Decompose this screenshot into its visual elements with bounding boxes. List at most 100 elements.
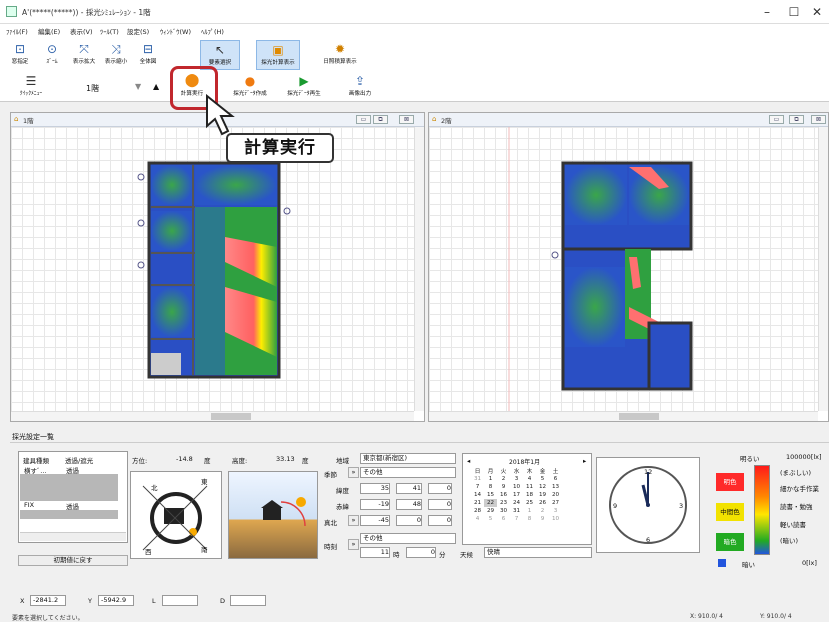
calendar-week: 14 15 16 17 18 19 20 (473, 492, 560, 498)
x-coordinate: -2841.2 (30, 595, 66, 606)
reset-button[interactable]: 初期値に戻す (18, 555, 128, 566)
x-label: X (20, 597, 25, 605)
menu-help[interactable]: ﾍﾙﾌﾟ(H) (201, 26, 224, 36)
horizontal-scrollbar[interactable] (429, 411, 818, 421)
region-select[interactable]: 東京都(新宿区) (360, 453, 456, 464)
calendar-next-icon[interactable]: ▸ (583, 457, 586, 465)
zoom-out-button[interactable]: ⤨ 表示縮小 (100, 40, 132, 70)
scroll-thumb[interactable] (211, 413, 251, 420)
north-sec[interactable]: 0 (428, 515, 452, 526)
table-row[interactable]: FIX 透過 (20, 501, 118, 511)
compass-east: 東 (201, 478, 208, 486)
panel-minimize-button[interactable]: ▭ (769, 115, 784, 124)
north-min[interactable]: 0 (396, 515, 422, 526)
maximize-button[interactable]: ☐ (783, 4, 805, 20)
legend-mid-swatch[interactable]: 中間色 (716, 503, 744, 521)
calendar-weekdays: 日月火水木金土 (474, 469, 559, 475)
calendar-week: 31 1 2 3 4 5 6 (473, 476, 558, 482)
zoom-button[interactable]: ⊙ ｽﾞｰﾑ (36, 40, 68, 70)
legend-desc: 読書・勉強 (780, 503, 813, 511)
menu-file[interactable]: ﾌｧｲﾙ(F) (6, 26, 28, 36)
floor-plan-canvas-2f[interactable] (429, 127, 818, 411)
north-expand-button[interactable]: » (348, 515, 359, 526)
dec-sec[interactable]: 0 (428, 499, 452, 510)
season-label: 季節 (324, 471, 337, 479)
table-row[interactable] (20, 492, 118, 501)
dec-deg[interactable]: -19 (360, 499, 390, 510)
panel-header: ⌂ 2階 ▭ ⧉ ⊠ (429, 113, 828, 127)
azimuth-value: -14.8 (176, 455, 193, 463)
window-select-button[interactable]: ⊡ 窓指定 (4, 40, 36, 70)
dec-min[interactable]: 48 (396, 499, 422, 510)
minute-field[interactable]: 0 (406, 547, 436, 558)
menu-view[interactable]: 表示(V) (70, 26, 93, 36)
altitude-label: 高度: (232, 457, 248, 465)
panel-close-button[interactable]: ⊠ (399, 115, 414, 124)
north-deg[interactable]: -45 (360, 515, 390, 526)
calendar-prev-icon[interactable]: ◂ (467, 457, 470, 465)
horizontal-scrollbar[interactable] (11, 411, 414, 421)
window-title: A'(*****(*****)) - 採光ｼﾐｭﾚｰｼｮﾝ - 1階 (22, 8, 151, 17)
legend-dark-swatch[interactable]: 暗色 (716, 533, 744, 551)
zoom-in-button[interactable]: ⤧ 表示拡大 (68, 40, 100, 70)
season-select[interactable]: その他 (360, 467, 456, 478)
legend-marker-icon (718, 559, 726, 567)
data-play-button[interactable]: ▶ 採光ﾃﾞｰﾀ再生 (282, 72, 326, 102)
vertical-scrollbar[interactable] (818, 127, 828, 411)
menu-tool[interactable]: ﾂｰﾙ(T) (100, 26, 119, 36)
legend-desc: 軽い読書 (780, 521, 806, 529)
coordinate-bar: X -2841.2 Y -5942.9 L D (0, 592, 829, 610)
y-coordinate: -5942.9 (98, 595, 134, 606)
table-row[interactable] (20, 474, 118, 483)
light-calc-display-button[interactable]: ▣ 採光計算表示 (256, 40, 300, 70)
compass-view: 北 東 西 南 (130, 471, 222, 559)
panel-minimize-button[interactable]: ▭ (356, 115, 371, 124)
panel-restore-button[interactable]: ⧉ (373, 115, 388, 124)
export-image-button[interactable]: ⇪ 画像出力 (342, 72, 378, 102)
lat-label: 緯度 (336, 487, 349, 495)
fit-button[interactable]: ⊟ 全体図 (132, 40, 164, 70)
panel-title: 1階 (23, 117, 34, 125)
scroll-thumb[interactable] (619, 413, 659, 420)
quick-menu-button[interactable]: ☰ ｸｲｯｸﾒﾆｭｰ (12, 72, 50, 102)
pointer-arrow-icon (206, 94, 235, 136)
sunlight-accumulate-button[interactable]: ✹ 日照積算表示 (318, 40, 362, 70)
y-label: Y (88, 597, 92, 605)
floor-plan-canvas-1f[interactable] (11, 127, 414, 411)
table-row[interactable] (20, 483, 118, 492)
minimize-button[interactable]: – (756, 4, 778, 20)
lat-deg[interactable]: 35 (360, 483, 390, 494)
legend-bottom-value: 0[lx] (802, 559, 817, 567)
lat-sec[interactable]: 0 (428, 483, 452, 494)
menu-edit[interactable]: 編集(E) (38, 26, 60, 36)
fitting-table: 建具種類 透過/遮光 横すﾞ... 透過 FIX 透過 (18, 451, 128, 543)
floor-plan-1f (137, 161, 291, 379)
calendar[interactable]: ◂ 2018年1月 ▸ 日月火水木金土 31 1 2 3 4 5 6 7 8 9 10 11 12 13… (462, 453, 592, 545)
season-expand-button[interactable]: » (348, 467, 359, 478)
true-north-label: 真北 (324, 519, 337, 527)
weather-select[interactable]: 快晴 (484, 547, 592, 558)
table-row[interactable] (20, 510, 118, 519)
floor-down-arrow-icon[interactable]: ▼ (135, 82, 141, 91)
hour-field[interactable]: 11 (360, 547, 390, 558)
vertical-scrollbar[interactable] (414, 127, 424, 411)
panel-restore-button[interactable]: ⧉ (789, 115, 804, 124)
panel-close-button[interactable]: ⊠ (811, 115, 826, 124)
legend-bright-swatch[interactable]: 明色 (716, 473, 744, 491)
close-button[interactable]: ✕ (806, 4, 828, 20)
floor-selector[interactable]: 1階 (86, 83, 99, 94)
menu-settings[interactable]: 設定(S) (127, 26, 149, 36)
table-hscroll[interactable] (20, 532, 126, 541)
dec-label: 赤緯 (336, 503, 349, 511)
time-mode-select[interactable]: その他 (360, 533, 456, 544)
compass-south: 南 (201, 546, 208, 554)
time-expand-button[interactable]: » (348, 539, 359, 550)
menu-window[interactable]: ｳｨﾝﾄﾞｳ(W) (160, 26, 191, 36)
floor-up-arrow-icon[interactable]: ▲ (153, 82, 159, 91)
lat-min[interactable]: 41 (396, 483, 422, 494)
region-label: 地域 (336, 457, 349, 465)
table-row[interactable]: 横すﾞ... 透過 (20, 465, 118, 475)
table-header-type: 建具種類 (23, 457, 49, 465)
calendar-selected-day: 22 (484, 499, 497, 507)
legend: 明るい 100000[lx] 明色 中間色 暗色 (まぶしい) 細かな手作業 読… (706, 451, 829, 569)
